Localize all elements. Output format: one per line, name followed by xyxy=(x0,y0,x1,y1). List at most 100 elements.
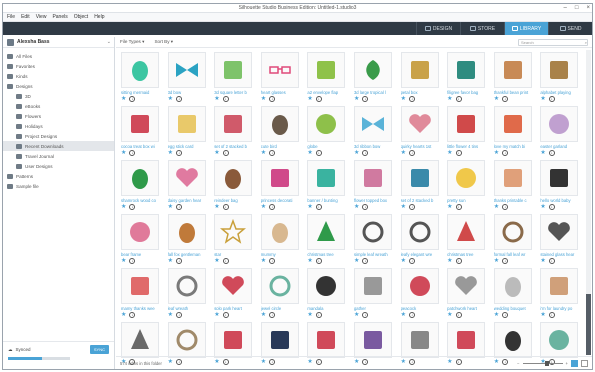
sidebar-item[interactable]: Flowers xyxy=(3,111,114,121)
tab-library[interactable]: LIBRARY xyxy=(504,22,548,35)
menu-help[interactable]: Help xyxy=(94,14,104,20)
design-label[interactable]: bear frame xyxy=(121,252,163,257)
zoom-out-icon[interactable]: − xyxy=(517,361,519,366)
favorite-star-icon[interactable]: ★ xyxy=(307,150,312,156)
design-thumbnail[interactable] xyxy=(400,268,439,304)
design-card[interactable]: heart glasses ★ ↓ xyxy=(258,50,305,104)
favorite-star-icon[interactable]: ★ xyxy=(261,258,266,264)
design-thumbnail[interactable] xyxy=(121,322,159,358)
design-card[interactable]: bear frame ★ ↓ xyxy=(118,212,165,266)
design-card[interactable]: filigree favor bag ★ ↓ xyxy=(444,50,491,104)
design-label[interactable]: globe xyxy=(307,144,349,149)
design-card[interactable]: flower topped box ★ ↓ xyxy=(351,158,398,212)
design-card[interactable]: petal box ★ ↓ xyxy=(398,50,445,104)
design-thumbnail[interactable] xyxy=(260,52,299,88)
design-label[interactable]: mamy thanks wee xyxy=(121,306,163,311)
design-label[interactable]: christmas tree xyxy=(447,252,489,257)
minimize-icon[interactable]: – xyxy=(564,5,567,11)
design-card[interactable]: pretty sun ★ ↓ xyxy=(444,158,491,212)
design-thumbnail[interactable] xyxy=(214,322,253,358)
sidebar-item[interactable]: Designs xyxy=(3,81,114,91)
favorite-star-icon[interactable]: ★ xyxy=(121,258,126,264)
design-thumbnail[interactable] xyxy=(260,214,299,250)
design-thumbnail[interactable] xyxy=(493,160,532,196)
design-label[interactable]: formal fall leaf wr xyxy=(494,252,536,257)
download-icon[interactable]: ↓ xyxy=(315,96,322,102)
download-icon[interactable]: ↓ xyxy=(175,258,182,264)
favorite-star-icon[interactable]: ★ xyxy=(494,312,499,318)
design-thumbnail[interactable] xyxy=(447,214,486,250)
design-thumbnail[interactable] xyxy=(307,52,346,88)
download-icon[interactable]: ↓ xyxy=(175,96,182,102)
design-label[interactable]: easter garland xyxy=(540,144,582,149)
sidebar-item[interactable]: Sample file xyxy=(3,181,114,191)
download-icon[interactable]: ↓ xyxy=(269,150,276,156)
design-label[interactable]: cute bird xyxy=(261,144,303,149)
menu-file[interactable]: File xyxy=(7,14,15,20)
design-thumbnail[interactable] xyxy=(260,160,299,196)
download-icon[interactable]: ↓ xyxy=(315,150,322,156)
design-thumbnail[interactable] xyxy=(121,106,159,142)
sidebar-item[interactable]: eBooks xyxy=(3,101,114,111)
download-icon[interactable]: ↓ xyxy=(315,312,322,318)
design-thumbnail[interactable] xyxy=(353,322,392,358)
download-icon[interactable]: ↓ xyxy=(222,150,229,156)
download-icon[interactable]: ↓ xyxy=(502,150,509,156)
download-icon[interactable]: ↓ xyxy=(362,258,369,264)
favorite-star-icon[interactable]: ★ xyxy=(168,96,173,102)
design-thumbnail[interactable] xyxy=(400,106,439,142)
favorite-star-icon[interactable]: ★ xyxy=(121,96,126,102)
favorite-star-icon[interactable]: ★ xyxy=(354,150,359,156)
sidebar-item[interactable]: Recent Downloads xyxy=(3,141,114,151)
design-thumbnail[interactable] xyxy=(307,268,346,304)
design-label[interactable]: leafy elegant wre xyxy=(401,252,443,257)
favorite-star-icon[interactable]: ★ xyxy=(540,150,545,156)
design-card[interactable]: wedding bouquet ★ ↓ xyxy=(491,266,538,320)
menu-object[interactable]: Object xyxy=(74,14,88,20)
design-card[interactable]: mamy thanks wee ★ ↓ xyxy=(118,266,165,320)
design-card[interactable]: 3d ribbon bow ★ ↓ xyxy=(351,104,398,158)
download-icon[interactable]: ↓ xyxy=(408,258,415,264)
design-card[interactable]: 3d bow ★ ↓ xyxy=(165,50,212,104)
design-card[interactable]: christmas tree ★ ↓ xyxy=(444,212,491,266)
favorite-star-icon[interactable]: ★ xyxy=(447,96,452,102)
download-icon[interactable]: ↓ xyxy=(222,312,229,318)
design-label[interactable]: pretty sun xyxy=(447,198,489,203)
sidebar-item[interactable]: Kinds xyxy=(3,71,114,81)
favorite-star-icon[interactable]: ★ xyxy=(354,258,359,264)
download-icon[interactable]: ↓ xyxy=(362,150,369,156)
download-icon[interactable]: ↓ xyxy=(315,204,322,210)
download-icon[interactable]: ↓ xyxy=(362,96,369,102)
favorite-star-icon[interactable]: ★ xyxy=(401,150,406,156)
sidebar-item[interactable]: All Files xyxy=(3,51,114,61)
design-label[interactable]: stained glass hear xyxy=(540,252,582,257)
design-card[interactable]: egg stick card ★ ↓ xyxy=(165,104,212,158)
favorite-star-icon[interactable]: ★ xyxy=(447,150,452,156)
design-thumbnail[interactable] xyxy=(307,106,346,142)
download-icon[interactable]: ↓ xyxy=(548,258,555,264)
design-card[interactable]: thanks printable c ★ ↓ xyxy=(491,158,538,212)
design-thumbnail[interactable] xyxy=(214,268,253,304)
favorite-star-icon[interactable]: ★ xyxy=(401,312,406,318)
design-thumbnail[interactable] xyxy=(493,106,532,142)
design-label[interactable]: mandala xyxy=(307,306,349,311)
design-card[interactable]: gather ★ ↓ xyxy=(351,266,398,320)
design-label[interactable]: solo park heart xyxy=(214,306,256,311)
favorite-star-icon[interactable]: ★ xyxy=(168,150,173,156)
design-label[interactable]: sitting mermaid xyxy=(121,90,163,95)
design-thumbnail[interactable] xyxy=(307,214,346,250)
design-label[interactable]: little flower 4 tins xyxy=(447,144,489,149)
design-card[interactable]: globe ★ ↓ xyxy=(304,104,351,158)
download-icon[interactable]: ↓ xyxy=(129,258,136,264)
design-card[interactable]: love my match bi ★ ↓ xyxy=(491,104,538,158)
design-card[interactable]: thankful bean print ★ ↓ xyxy=(491,50,538,104)
design-thumbnail[interactable] xyxy=(493,52,532,88)
grid-scrollbar[interactable] xyxy=(586,50,591,355)
favorite-star-icon[interactable]: ★ xyxy=(214,204,219,210)
favorite-star-icon[interactable]: ★ xyxy=(494,258,499,264)
download-icon[interactable]: ↓ xyxy=(269,312,276,318)
design-thumbnail[interactable] xyxy=(121,268,159,304)
close-icon[interactable]: × xyxy=(586,5,590,11)
design-card[interactable]: solo park heart ★ ↓ xyxy=(211,266,258,320)
design-label[interactable]: petal box xyxy=(401,90,443,95)
